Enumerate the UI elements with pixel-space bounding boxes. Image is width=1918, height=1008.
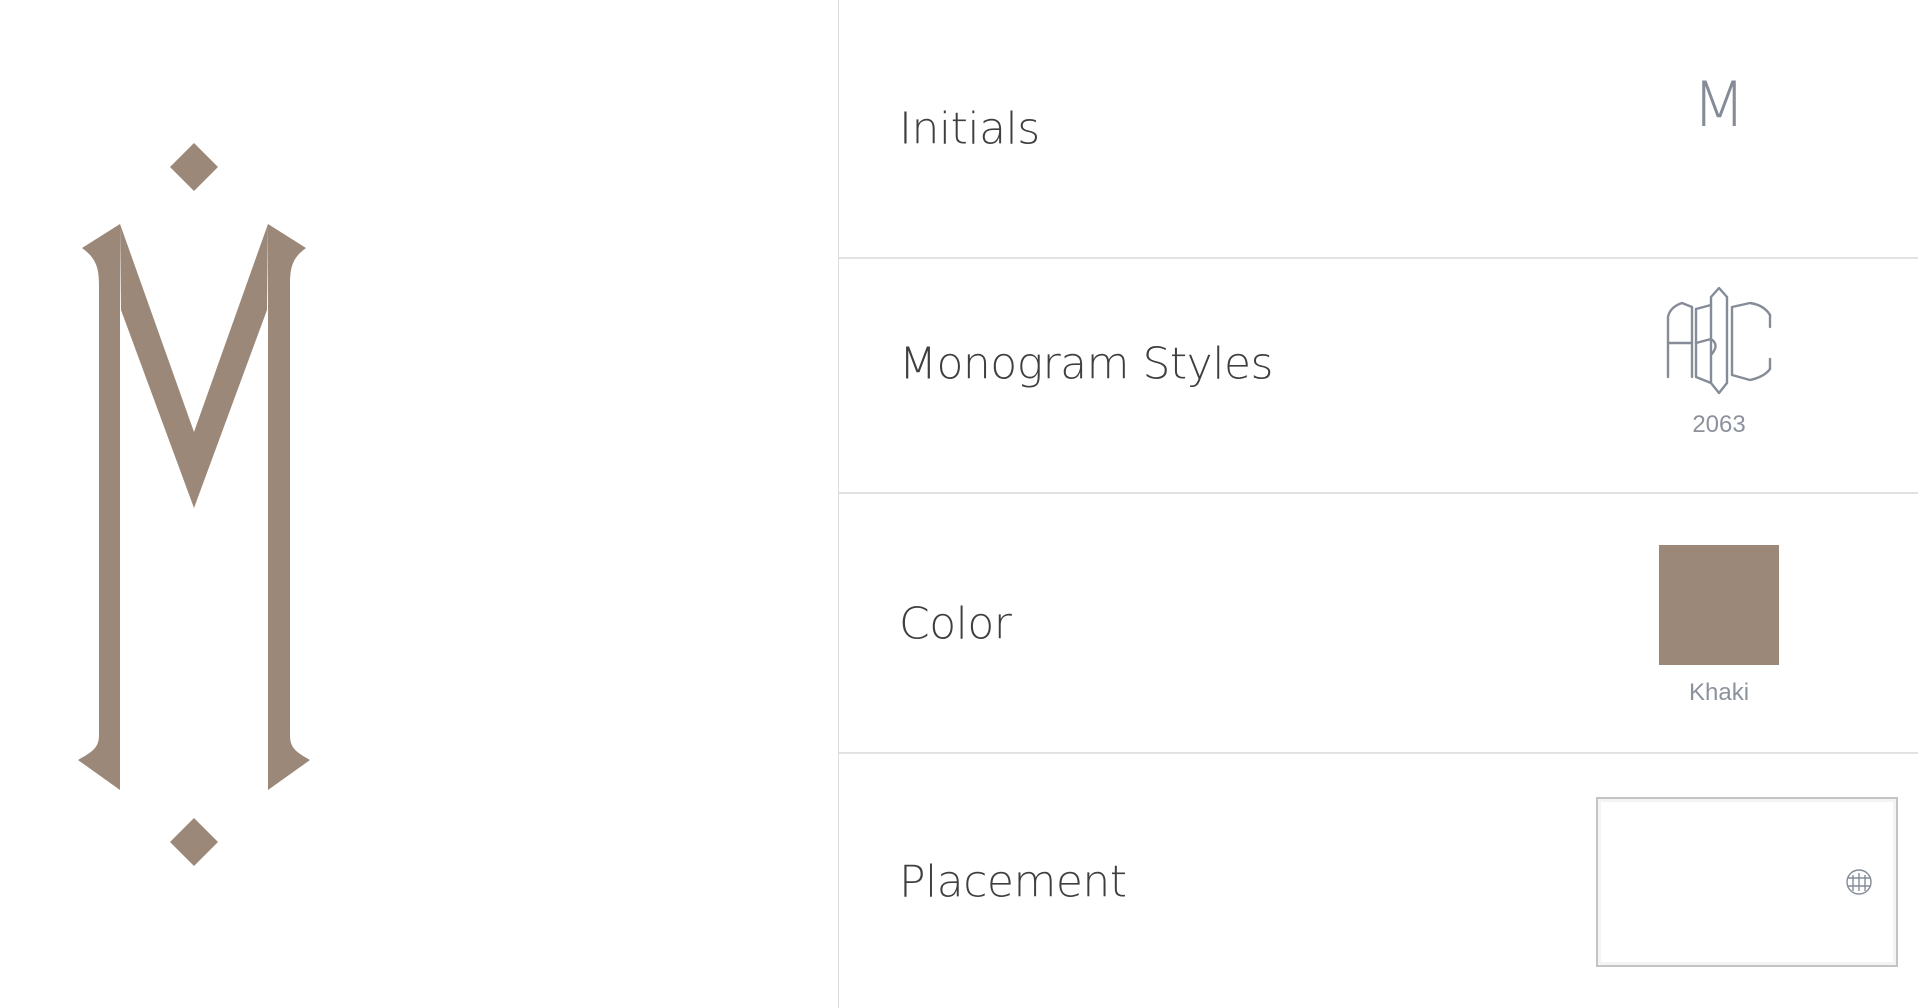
color-name: Khaki — [1688, 679, 1750, 706]
monogram-mark-icon — [1846, 869, 1872, 895]
color-label: Color — [899, 598, 1012, 649]
center-v — [120, 224, 268, 508]
initials-value: M — [1692, 68, 1746, 141]
monogram-preview — [0, 0, 838, 1008]
right-stem — [268, 224, 310, 790]
options-panel: Initials M Monogram Styles 2063 Color Kh… — [839, 0, 1918, 1008]
monogram-preview-m-icon — [78, 143, 310, 866]
left-stem — [78, 224, 120, 790]
top-diamond-ornament — [170, 143, 218, 191]
placement-row[interactable]: Placement — [839, 753, 1918, 1008]
placement-preview-box — [1596, 797, 1898, 967]
monogram-style-sample-abc-icon — [1666, 286, 1772, 395]
monogram-customizer: Initials M Monogram Styles 2063 Color Kh… — [0, 0, 1918, 1008]
bottom-diamond-ornament — [170, 818, 218, 866]
initials-row[interactable]: Initials M — [839, 0, 1918, 259]
placement-label: Placement — [899, 856, 1127, 907]
color-row[interactable]: Color Khaki — [839, 495, 1918, 754]
initials-label: Initials — [899, 103, 1040, 154]
monogram-styles-label: Monogram Styles — [899, 338, 1273, 389]
color-swatch — [1659, 545, 1779, 665]
monogram-styles-row[interactable]: Monogram Styles 2063 — [839, 235, 1918, 494]
monogram-style-code: 2063 — [1692, 411, 1746, 438]
